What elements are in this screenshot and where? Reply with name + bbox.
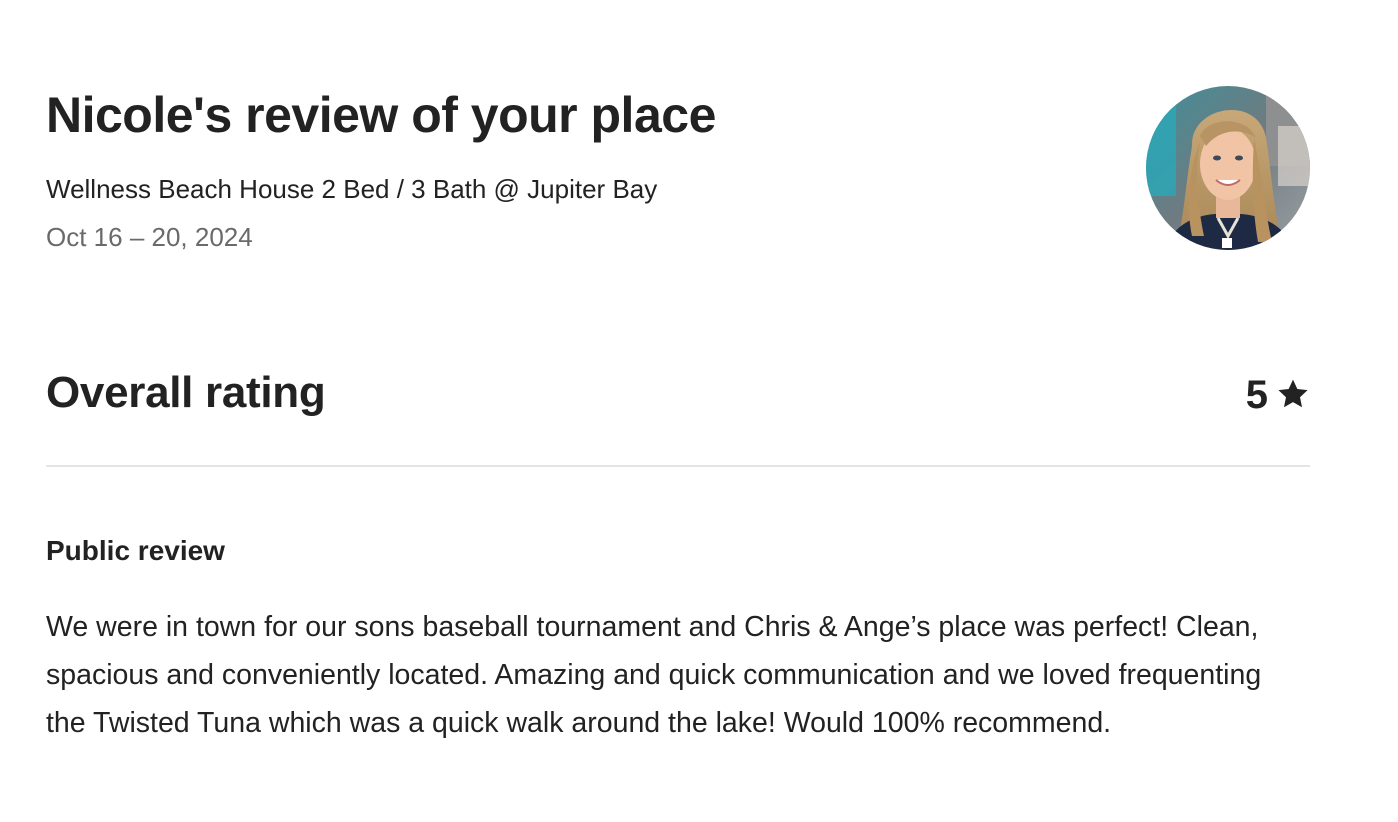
section-divider xyxy=(46,465,1310,467)
review-header: Nicole's review of your place Wellness B… xyxy=(46,84,1310,254)
reviewer-avatar-photo xyxy=(1146,86,1310,250)
page-title: Nicole's review of your place xyxy=(46,87,716,143)
overall-rating-score: 5 xyxy=(1246,362,1310,424)
public-review-text: We were in town for our sons baseball to… xyxy=(46,611,1262,739)
stay-dates: Oct 16 – 20, 2024 xyxy=(46,222,253,252)
star-icon xyxy=(1278,379,1308,408)
public-review-heading: Public review xyxy=(46,535,225,566)
listing-name: Wellness Beach House 2 Bed / 3 Bath @ Ju… xyxy=(46,174,658,204)
overall-rating-value: 5 xyxy=(1245,373,1268,417)
reviewer-avatar[interactable] xyxy=(1146,86,1310,250)
overall-rating-row: Overall rating 5 xyxy=(46,362,1310,424)
review-page: Nicole's review of your place Wellness B… xyxy=(46,0,1310,822)
overall-rating-label: Overall rating xyxy=(46,368,326,417)
